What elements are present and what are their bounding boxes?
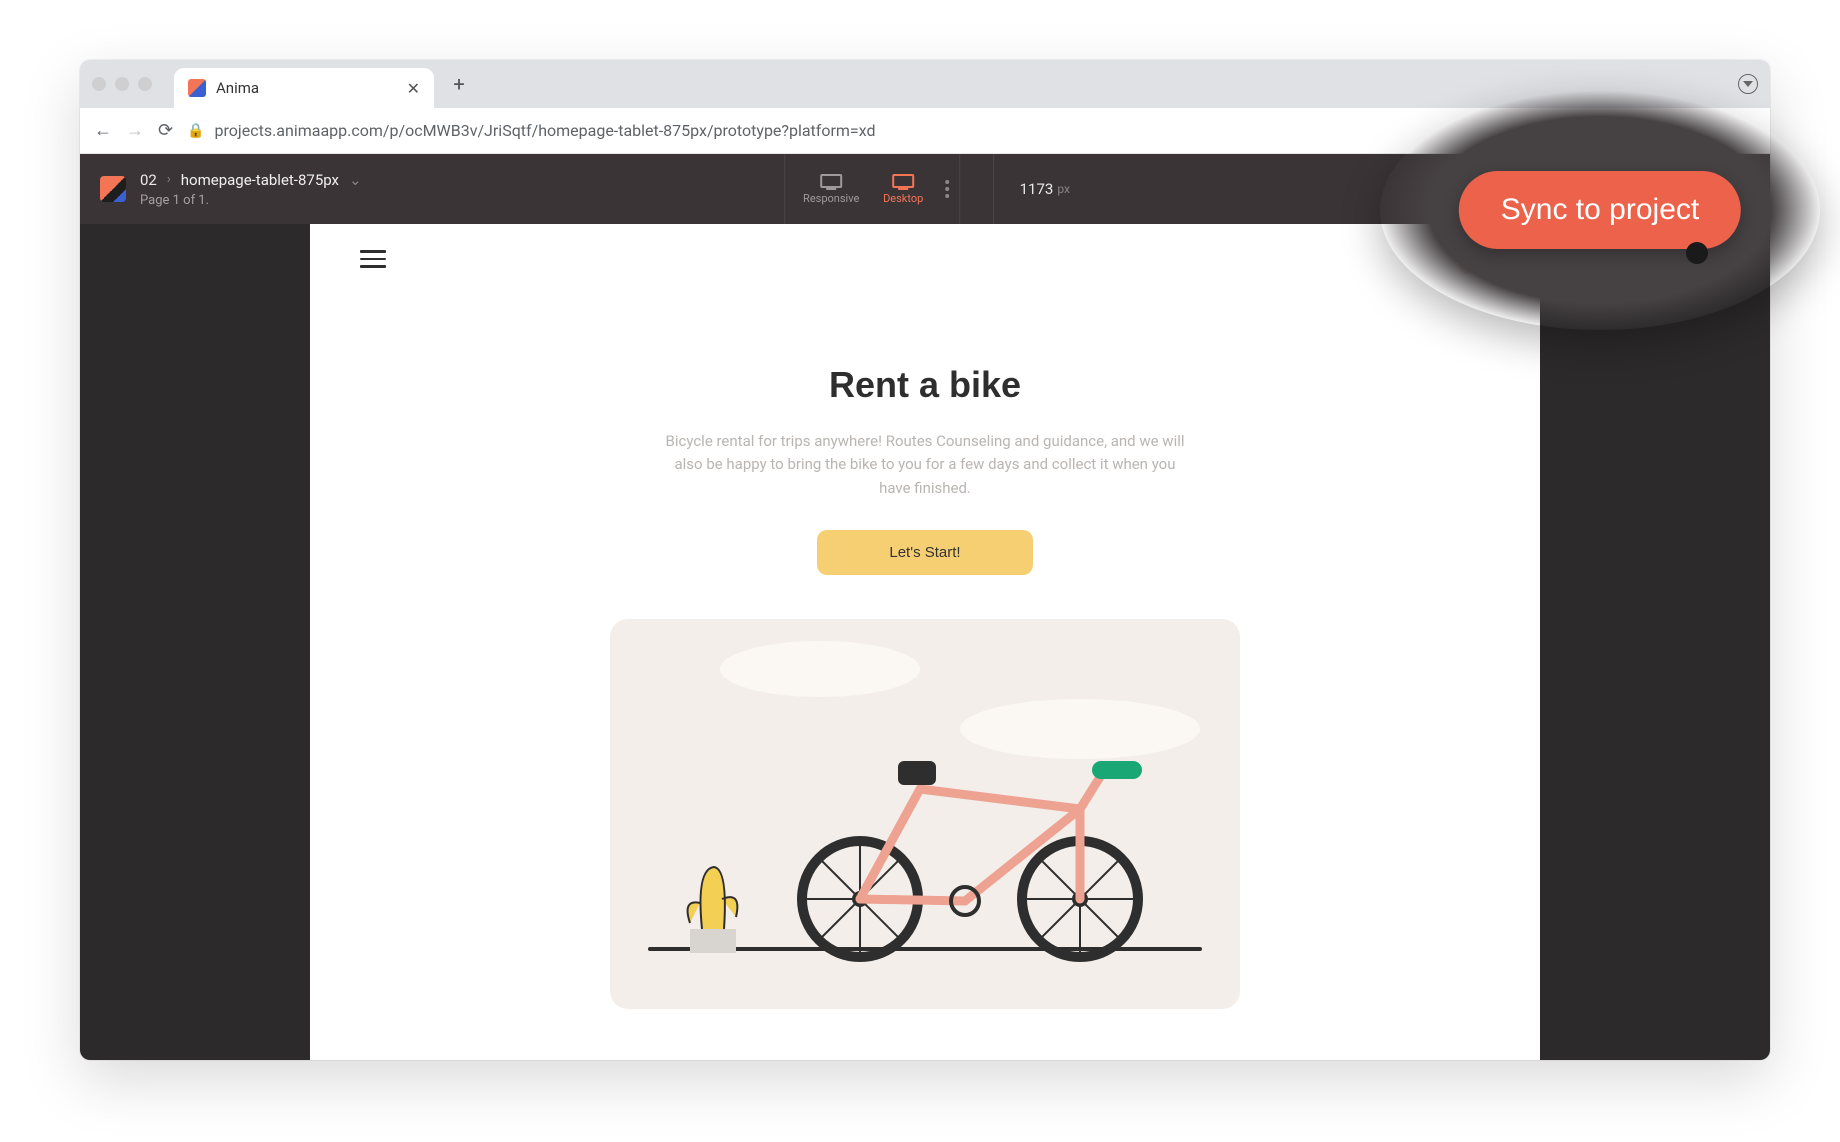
width-value: 1173 [1020, 180, 1054, 198]
traffic-max-icon[interactable] [138, 77, 152, 91]
anima-logo-icon[interactable] [100, 176, 126, 202]
tab-menu-icon[interactable] [1738, 74, 1758, 94]
sync-to-project-button[interactable]: Sync to project [1459, 171, 1741, 249]
width-unit: px [1057, 182, 1070, 196]
address-bar: ← → ⟳ 🔒 projects.animaapp.com/p/ocMWB3v/… [80, 108, 1770, 154]
traffic-close-icon[interactable] [92, 77, 106, 91]
breadcrumb-number[interactable]: 02 [140, 171, 157, 189]
hero-description: Bicycle rental for trips anywhere! Route… [665, 430, 1185, 500]
breadcrumb-page[interactable]: homepage-tablet-875px [181, 171, 339, 189]
canvas[interactable]: 1 Rent a bike Bicycle rental for trips a… [80, 224, 1770, 1060]
breadcrumb: 02 › homepage-tablet-875px ⌄ Page 1 of 1… [140, 171, 362, 208]
traffic-min-icon[interactable] [115, 77, 129, 91]
chevron-down-icon[interactable]: ⌄ [349, 171, 362, 189]
cart-badge: 1 [1460, 260, 1474, 274]
mode-responsive-label: Responsive [803, 192, 859, 205]
page-indicator: Page 1 of 1. [140, 193, 362, 208]
reload-button[interactable]: ⟳ [158, 120, 173, 141]
traffic-lights [92, 77, 152, 91]
mode-responsive[interactable]: Responsive [795, 174, 867, 205]
browser-tab[interactable]: Anima ✕ [174, 68, 434, 108]
url-text: projects.animaapp.com/p/ocMWB3v/JriSqtf/… [215, 121, 876, 140]
artboard: 1 Rent a bike Bicycle rental for trips a… [310, 224, 1540, 1060]
viewport-modes: Responsive Desktop [784, 154, 960, 224]
hero-illustration [610, 619, 1240, 1009]
close-tab-icon[interactable]: ✕ [407, 79, 420, 98]
chevron-right-icon: › [167, 172, 171, 187]
mode-desktop-label: Desktop [883, 192, 923, 205]
lock-icon: 🔒 [187, 123, 204, 139]
back-button[interactable]: ← [94, 120, 112, 141]
desktop-icon [892, 174, 914, 188]
hero-title: Rent a bike [829, 364, 1021, 406]
more-options-icon[interactable] [945, 180, 949, 198]
forward-button[interactable]: → [126, 120, 144, 141]
tab-strip: Anima ✕ + [80, 60, 1770, 108]
cta-button[interactable]: Let's Start! [817, 530, 1032, 575]
width-indicator[interactable]: 1173 px [993, 154, 1070, 224]
new-tab-button[interactable]: + [444, 69, 474, 99]
mode-desktop[interactable]: Desktop [867, 174, 939, 205]
responsive-icon [820, 174, 842, 188]
tab-title: Anima [216, 79, 259, 97]
hamburger-icon[interactable] [360, 250, 386, 268]
site-navbar: 1 [310, 224, 1540, 294]
anima-favicon-icon [188, 79, 206, 97]
cart-button[interactable]: 1 [1466, 246, 1490, 272]
url-field[interactable]: 🔒 projects.animaapp.com/p/ocMWB3v/JriSqt… [187, 121, 1756, 140]
